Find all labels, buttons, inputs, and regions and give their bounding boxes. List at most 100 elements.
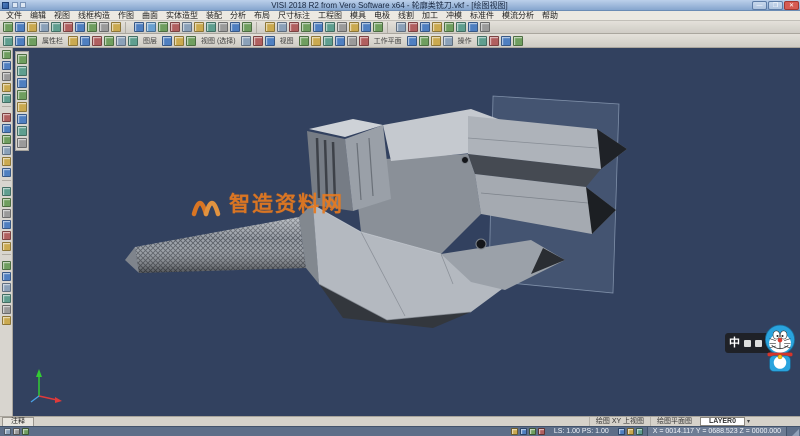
toolbar-icon[interactable] bbox=[158, 22, 168, 32]
toolbar-icon[interactable] bbox=[4, 428, 11, 435]
menu-item[interactable]: 文件 bbox=[2, 11, 26, 21]
toolbar-icon[interactable] bbox=[253, 36, 263, 46]
toolbar-icon[interactable] bbox=[2, 242, 11, 251]
toolbar-icon[interactable] bbox=[323, 36, 333, 46]
toolbar-icon[interactable] bbox=[186, 36, 196, 46]
toolbar-icon[interactable] bbox=[75, 22, 85, 32]
toolbar-icon[interactable] bbox=[174, 36, 184, 46]
toolbar-icon[interactable] bbox=[2, 272, 11, 281]
toolbar-icon[interactable] bbox=[2, 168, 11, 177]
toolbar-icon[interactable] bbox=[182, 22, 192, 32]
toolbar-icon[interactable] bbox=[489, 36, 499, 46]
toolbar-icon[interactable] bbox=[443, 36, 453, 46]
toolbar-icon[interactable] bbox=[63, 22, 73, 32]
toolbar-icon[interactable] bbox=[80, 36, 90, 46]
toolbar-icon[interactable] bbox=[480, 22, 490, 32]
toolbar-icon[interactable] bbox=[627, 428, 634, 435]
menu-item[interactable]: 装配 bbox=[202, 11, 226, 21]
toolbar-icon[interactable] bbox=[242, 22, 252, 32]
toolbar-icon[interactable] bbox=[289, 22, 299, 32]
toolbar-icon[interactable] bbox=[265, 36, 275, 46]
annotation-tab[interactable]: 注释 bbox=[2, 417, 34, 426]
toolbar-icon[interactable] bbox=[13, 428, 20, 435]
toolbar-icon[interactable] bbox=[420, 22, 430, 32]
viewport-3d[interactable]: 智造资料网 中 bbox=[13, 48, 800, 416]
menu-item[interactable]: 尺寸标注 bbox=[274, 11, 314, 21]
toolbar-icon[interactable] bbox=[2, 50, 11, 59]
menu-item[interactable]: 视图 bbox=[50, 11, 74, 21]
toolbar-icon[interactable] bbox=[2, 209, 11, 218]
toolbar-icon[interactable] bbox=[99, 22, 109, 32]
toolbar-icon[interactable] bbox=[128, 36, 138, 46]
toolbar-icon[interactable] bbox=[206, 22, 216, 32]
toolbar-icon[interactable] bbox=[325, 22, 335, 32]
menu-item[interactable]: 作图 bbox=[114, 11, 138, 21]
resize-grip[interactable] bbox=[791, 429, 799, 436]
toolbar-icon[interactable] bbox=[22, 428, 29, 435]
toolbar-icon[interactable] bbox=[349, 22, 359, 32]
toolbar-icon[interactable] bbox=[313, 22, 323, 32]
toolbar-icon[interactable] bbox=[432, 22, 442, 32]
toolbar-icon[interactable] bbox=[17, 138, 27, 148]
menu-item[interactable]: 编辑 bbox=[26, 11, 50, 21]
toolbar-icon[interactable] bbox=[456, 22, 466, 32]
toolbar-icon[interactable] bbox=[17, 102, 27, 112]
toolbar-icon[interactable] bbox=[529, 428, 536, 435]
toolbar-icon[interactable] bbox=[104, 36, 114, 46]
toolbar-icon[interactable] bbox=[2, 198, 11, 207]
menu-item[interactable]: 工程图 bbox=[314, 11, 346, 21]
toolbar-icon[interactable] bbox=[513, 36, 523, 46]
toolbar-icon[interactable] bbox=[134, 22, 144, 32]
toolbar-icon[interactable] bbox=[17, 54, 27, 64]
toolbar-icon[interactable] bbox=[501, 36, 511, 46]
toolbar-icon[interactable] bbox=[431, 36, 441, 46]
toolbar-icon[interactable] bbox=[162, 36, 172, 46]
toolbar-icon[interactable] bbox=[2, 283, 11, 292]
view-info[interactable]: 绘图 XY 上视图 bbox=[589, 417, 650, 427]
menu-item[interactable]: 模具 bbox=[346, 11, 370, 21]
toolbar-icon[interactable] bbox=[3, 36, 13, 46]
toolbar-icon[interactable] bbox=[27, 22, 37, 32]
toolbar-icon[interactable] bbox=[468, 22, 478, 32]
toolbar-icon[interactable] bbox=[17, 114, 27, 124]
menu-item[interactable]: 冲模 bbox=[442, 11, 466, 21]
toolbar-icon[interactable] bbox=[2, 124, 11, 133]
toolbar-icon[interactable] bbox=[3, 22, 13, 32]
toolbar-icon[interactable] bbox=[2, 305, 11, 314]
toolbar-icon[interactable] bbox=[17, 78, 27, 88]
toolbar-icon[interactable] bbox=[2, 187, 11, 196]
toolbar-icon[interactable] bbox=[2, 231, 11, 240]
menu-item[interactable]: 线框构造 bbox=[74, 11, 114, 21]
toolbar-icon[interactable] bbox=[87, 22, 97, 32]
close-button[interactable]: ✕ bbox=[784, 1, 799, 10]
toolbar-icon[interactable] bbox=[396, 22, 406, 32]
toolbar-icon[interactable] bbox=[265, 22, 275, 32]
toolbar-icon[interactable] bbox=[361, 22, 371, 32]
toolbar-icon[interactable] bbox=[17, 66, 27, 76]
quick-access-icon[interactable] bbox=[12, 2, 18, 8]
minimize-button[interactable]: — bbox=[752, 1, 767, 10]
toolbar-icon[interactable] bbox=[39, 22, 49, 32]
toolbar-icon[interactable] bbox=[337, 22, 347, 32]
toolbar-icon[interactable] bbox=[277, 22, 287, 32]
toolbar-icon[interactable] bbox=[618, 428, 625, 435]
toolbar-icon[interactable] bbox=[92, 36, 102, 46]
toolbar-icon[interactable] bbox=[419, 36, 429, 46]
layer-selector[interactable]: LAYER0 bbox=[700, 417, 745, 426]
menu-item[interactable]: 加工 bbox=[418, 11, 442, 21]
toolbar-icon[interactable] bbox=[2, 146, 11, 155]
toolbar-icon[interactable] bbox=[146, 22, 156, 32]
maximize-button[interactable]: ❐ bbox=[768, 1, 783, 10]
toolbar-icon[interactable] bbox=[2, 261, 11, 270]
toolbar-icon[interactable] bbox=[17, 126, 27, 136]
menu-item[interactable]: 模流分析 bbox=[498, 11, 538, 21]
menu-item[interactable]: 电极 bbox=[370, 11, 394, 21]
toolbar-icon[interactable] bbox=[15, 22, 25, 32]
menu-item[interactable]: 实体造型 bbox=[162, 11, 202, 21]
toolbar-icon[interactable] bbox=[359, 36, 369, 46]
menu-item[interactable]: 分析 bbox=[226, 11, 250, 21]
toolbar-icon[interactable] bbox=[301, 22, 311, 32]
menu-item[interactable]: 标准件 bbox=[466, 11, 498, 21]
toolbar-icon[interactable] bbox=[2, 157, 11, 166]
toolbar-icon[interactable] bbox=[27, 36, 37, 46]
